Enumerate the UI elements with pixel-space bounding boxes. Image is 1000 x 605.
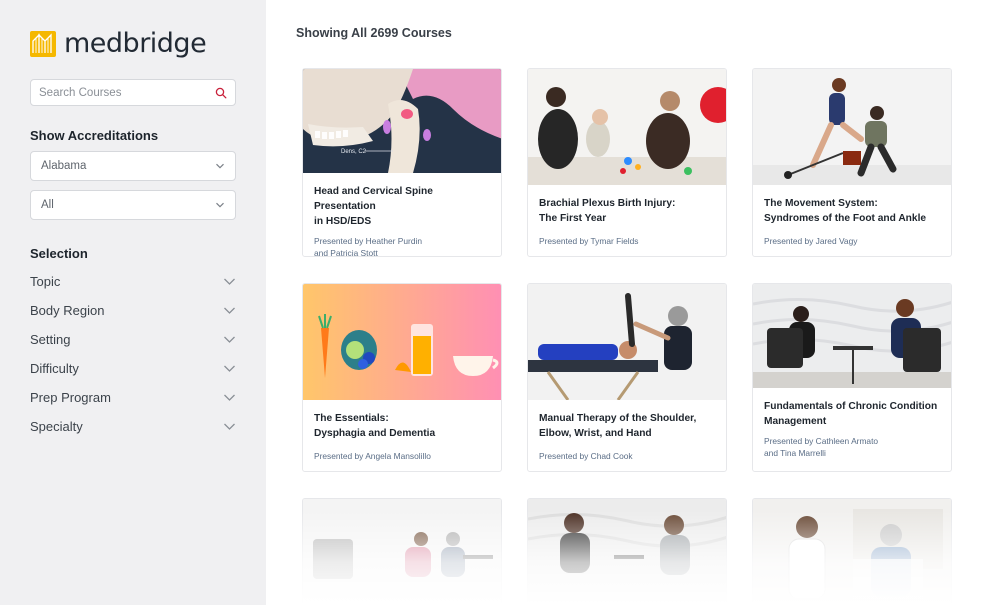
course-title: The Essentials: Dysphagia and Dementia <box>314 413 436 439</box>
facet-label: Body Region <box>30 302 105 318</box>
course-card[interactable] <box>302 498 502 605</box>
course-thumbnail: Dens, C2 <box>303 69 501 173</box>
course-presenter: Presented by Angela Mansolillo <box>314 451 431 461</box>
course-presenter: Presented by Tymar Fields <box>539 236 639 246</box>
facet-specialty[interactable]: Specialty <box>30 416 236 436</box>
search-box[interactable] <box>30 79 236 106</box>
course-title: Head and Cervical Spine Presentation in … <box>314 186 433 227</box>
course-presenter: Presented by Jared Vagy <box>764 236 858 246</box>
course-card[interactable]: The Movement System: Syndromes of the Fo… <box>752 68 952 257</box>
medbridge-logo-icon <box>30 31 56 57</box>
chevron-down-icon <box>224 278 235 285</box>
state-select-value: Alabama <box>41 160 87 172</box>
facet-prep-program[interactable]: Prep Program <box>30 387 236 407</box>
facet-label: Difficulty <box>30 360 79 376</box>
course-thumbnail <box>528 499 726 605</box>
course-card[interactable]: Brachial Plexus Birth Injury: The First … <box>527 68 727 257</box>
chevron-down-icon <box>216 202 224 208</box>
facet-label: Setting <box>30 331 71 347</box>
search-input[interactable] <box>39 86 215 99</box>
course-title: Brachial Plexus Birth Injury: The First … <box>539 198 676 224</box>
state-select[interactable]: Alabama <box>30 151 236 181</box>
course-presenter: Presented by Cathleen Armato and Tina Ma… <box>764 436 879 458</box>
course-thumbnail <box>753 69 951 185</box>
profession-select[interactable]: All <box>30 190 236 220</box>
search-icon[interactable] <box>215 87 227 99</box>
facet-body-region[interactable]: Body Region <box>30 300 236 320</box>
course-thumbnail <box>303 284 501 400</box>
filter-sidebar: medbridge Show Accreditations Alabama Al… <box>0 0 266 605</box>
course-thumbnail <box>753 284 951 388</box>
course-card[interactable]: Dens, C2 Head and Cervical Spine Present… <box>302 68 502 257</box>
chevron-down-icon <box>224 423 235 430</box>
course-title: Manual Therapy of the Shoulder, Elbow, W… <box>539 413 697 439</box>
course-thumbnail <box>528 69 726 185</box>
facet-label: Prep Program <box>30 389 111 405</box>
facet-setting[interactable]: Setting <box>30 329 236 349</box>
course-card[interactable]: The Essentials: Dysphagia and Dementia P… <box>302 283 502 472</box>
profession-select-value: All <box>41 199 54 211</box>
course-thumbnail <box>303 499 501 605</box>
facet-label: Topic <box>30 273 61 289</box>
course-presenter: Presented by Chad Cook <box>539 451 633 461</box>
course-title: The Movement System: Syndromes of the Fo… <box>764 198 927 224</box>
course-thumbnail <box>528 284 726 400</box>
brand-name: medbridge <box>64 28 207 59</box>
medbridge-logo[interactable]: medbridge <box>30 28 207 59</box>
course-title: Fundamentals of Chronic Condition Manage… <box>764 401 938 427</box>
chevron-down-icon <box>224 307 235 314</box>
facet-topic[interactable]: Topic <box>30 271 236 291</box>
chevron-down-icon <box>224 336 235 343</box>
facet-label: Specialty <box>30 418 83 434</box>
course-card[interactable] <box>752 498 952 605</box>
chevron-down-icon <box>224 365 235 372</box>
course-card[interactable]: Fundamentals of Chronic Condition Manage… <box>752 283 952 472</box>
thumbnail-label: Dens, C2 <box>341 149 367 155</box>
course-card[interactable]: Manual Therapy of the Shoulder, Elbow, W… <box>527 283 727 472</box>
selection-heading: Selection <box>30 246 88 261</box>
course-presenter: Presented by Heather Purdin and Patricia… <box>314 236 423 257</box>
course-card[interactable] <box>527 498 727 605</box>
course-thumbnail <box>753 499 951 605</box>
results-count: Showing All 2699 Courses <box>296 26 452 40</box>
chevron-down-icon <box>216 163 224 169</box>
facet-difficulty[interactable]: Difficulty <box>30 358 236 378</box>
chevron-down-icon <box>224 394 235 401</box>
accreditations-heading: Show Accreditations <box>30 128 159 143</box>
